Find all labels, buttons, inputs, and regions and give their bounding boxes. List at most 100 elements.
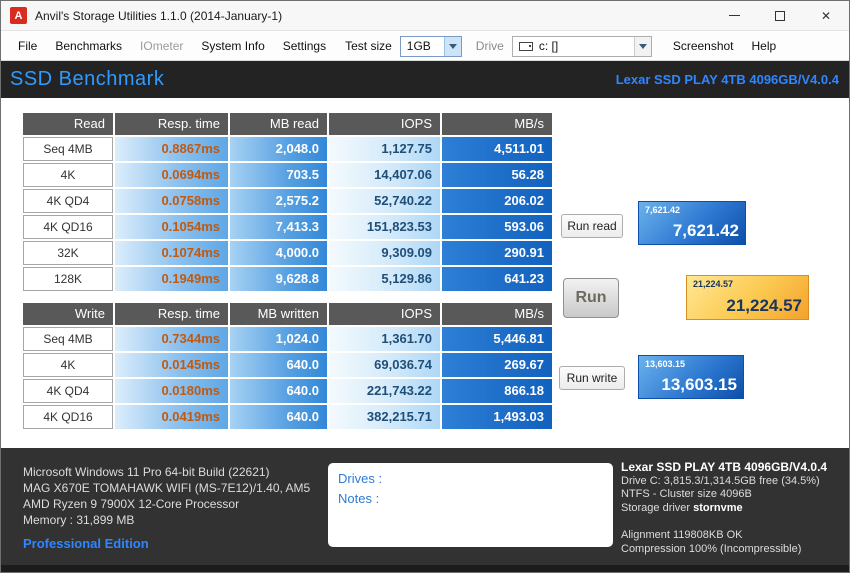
iops-cell: 1,127.75 [329, 137, 440, 161]
test-size-select[interactable]: 1GB [400, 36, 462, 57]
read-score-value: 7,621.42 [645, 221, 739, 241]
write-score-box: 13,603.15 13,603.15 [638, 355, 744, 399]
compression-info: Compression 100% (Incompressible) [621, 543, 827, 557]
resp-time-cell: 0.0758ms [115, 189, 228, 213]
read-table: Read Resp. time MB read IOPS MB/s Seq 4M… [23, 113, 552, 293]
read-header-resp: Resp. time [115, 113, 228, 135]
row-label: 4K QD16 [23, 405, 113, 429]
mbs-cell: 593.06 [442, 215, 552, 239]
iops-cell: 5,129.86 [329, 267, 440, 291]
drives-notes-box[interactable]: Drives : Notes : [328, 463, 613, 547]
table-row: 4K 0.0694ms 703.5 14,407.06 56.28 [23, 163, 552, 187]
table-row: 4K QD4 0.0758ms 2,575.2 52,740.22 206.02 [23, 189, 552, 213]
os-info: Microsoft Windows 11 Pro 64-bit Build (2… [23, 464, 310, 480]
ntfs-info: NTFS - Cluster size 4096B [621, 488, 827, 502]
table-row: 4K QD16 0.0419ms 640.0 382,215.71 1,493.… [23, 405, 552, 429]
menu-bar: File Benchmarks IOmeter System Info Sett… [1, 32, 849, 61]
close-button[interactable]: ✕ [803, 1, 849, 30]
iops-cell: 221,743.22 [329, 379, 440, 403]
mb-written-cell: 640.0 [230, 353, 327, 377]
table-row: Seq 4MB 0.7344ms 1,024.0 1,361.70 5,446.… [23, 327, 552, 351]
mbs-cell: 206.02 [442, 189, 552, 213]
mbs-cell: 269.67 [442, 353, 552, 377]
resp-time-cell: 0.1054ms [115, 215, 228, 239]
write-header-iops: IOPS [329, 303, 440, 325]
table-row: 32K 0.1074ms 4,000.0 9,309.09 290.91 [23, 241, 552, 265]
spacer [621, 515, 827, 529]
page-title: SSD Benchmark [10, 68, 164, 91]
mb-written-cell: 640.0 [230, 379, 327, 403]
window-title: Anvil's Storage Utilities 1.1.0 (2014-Ja… [35, 9, 282, 23]
run-read-button[interactable]: Run read [561, 214, 623, 238]
iops-cell: 1,361.70 [329, 327, 440, 351]
window-controls: ✕ [711, 1, 849, 30]
row-label: 128K [23, 267, 113, 291]
read-header-label: Read [23, 113, 113, 135]
mbs-cell: 5,446.81 [442, 327, 552, 351]
menu-system-info[interactable]: System Info [192, 34, 273, 58]
run-button[interactable]: Run [563, 278, 619, 318]
write-score-small: 13,603.15 [645, 359, 737, 369]
row-label: 32K [23, 241, 113, 265]
resp-time-cell: 0.0180ms [115, 379, 228, 403]
row-label: 4K [23, 353, 113, 377]
row-label: 4K QD4 [23, 189, 113, 213]
menu-benchmarks[interactable]: Benchmarks [46, 34, 131, 58]
drive-select[interactable]: c: [] [512, 36, 652, 57]
read-score-small: 7,621.42 [645, 205, 739, 215]
drive-dropdown-button[interactable] [634, 37, 651, 56]
table-row: 128K 0.1949ms 9,628.8 5,129.86 641.23 [23, 267, 552, 291]
write-header-mb: MB written [230, 303, 327, 325]
app-icon: A [10, 7, 27, 24]
mb-written-cell: 1,024.0 [230, 327, 327, 351]
menu-file[interactable]: File [9, 34, 46, 58]
menu-help[interactable]: Help [743, 34, 786, 58]
drive-value: c: [] [533, 39, 634, 53]
menu-screenshot[interactable]: Screenshot [664, 34, 743, 58]
drive-capacity-info: Drive C: 3,815.3/1,314.5GB free (34.5%) [621, 475, 827, 489]
iops-cell: 151,823.53 [329, 215, 440, 239]
device-title: Lexar SSD PLAY 4TB 4096GB/V4.0.4 [621, 461, 827, 475]
mb-read-cell: 9,628.8 [230, 267, 327, 291]
iops-cell: 14,407.06 [329, 163, 440, 187]
resp-time-cell: 0.0694ms [115, 163, 228, 187]
drive-icon [519, 42, 533, 51]
chevron-down-icon [639, 44, 647, 49]
mb-read-cell: 2,048.0 [230, 137, 327, 161]
mbs-cell: 866.18 [442, 379, 552, 403]
table-row: 4K QD16 0.1054ms 7,413.3 151,823.53 593.… [23, 215, 552, 239]
footer: Microsoft Windows 11 Pro 64-bit Build (2… [1, 448, 849, 573]
table-row: 4K 0.0145ms 640.0 69,036.74 269.67 [23, 353, 552, 377]
storage-driver-value: stornvme [693, 502, 743, 514]
table-row: 4K QD4 0.0180ms 640.0 221,743.22 866.18 [23, 379, 552, 403]
test-size-dropdown-button[interactable] [444, 37, 461, 56]
maximize-button[interactable] [757, 1, 803, 30]
mbs-cell: 56.28 [442, 163, 552, 187]
mbs-cell: 290.91 [442, 241, 552, 265]
mb-read-cell: 4,000.0 [230, 241, 327, 265]
row-label: 4K QD16 [23, 215, 113, 239]
drives-label: Drives : [338, 469, 603, 489]
write-score-value: 13,603.15 [645, 375, 737, 395]
write-header-label: Write [23, 303, 113, 325]
notes-label: Notes : [338, 489, 603, 509]
row-label: Seq 4MB [23, 327, 113, 351]
header-band: SSD Benchmark Lexar SSD PLAY 4TB 4096GB/… [1, 61, 849, 98]
total-score-value: 21,224.57 [693, 296, 802, 316]
edition-label: Professional Edition [23, 536, 149, 551]
run-write-button[interactable]: Run write [559, 366, 625, 390]
total-score-box: 21,224.57 21,224.57 [686, 275, 809, 320]
minimize-button[interactable] [711, 1, 757, 30]
mb-read-cell: 2,575.2 [230, 189, 327, 213]
storage-driver-line: Storage driver stornvme [621, 502, 827, 516]
alignment-info: Alignment 119808KB OK [621, 529, 827, 543]
read-header-mbs: MB/s [442, 113, 552, 135]
iops-cell: 382,215.71 [329, 405, 440, 429]
row-label: 4K [23, 163, 113, 187]
resp-time-cell: 0.7344ms [115, 327, 228, 351]
resp-time-cell: 0.0145ms [115, 353, 228, 377]
menu-iometer: IOmeter [131, 34, 192, 58]
read-score-box: 7,621.42 7,621.42 [638, 201, 746, 245]
menu-settings[interactable]: Settings [274, 34, 335, 58]
resp-time-cell: 0.8867ms [115, 137, 228, 161]
